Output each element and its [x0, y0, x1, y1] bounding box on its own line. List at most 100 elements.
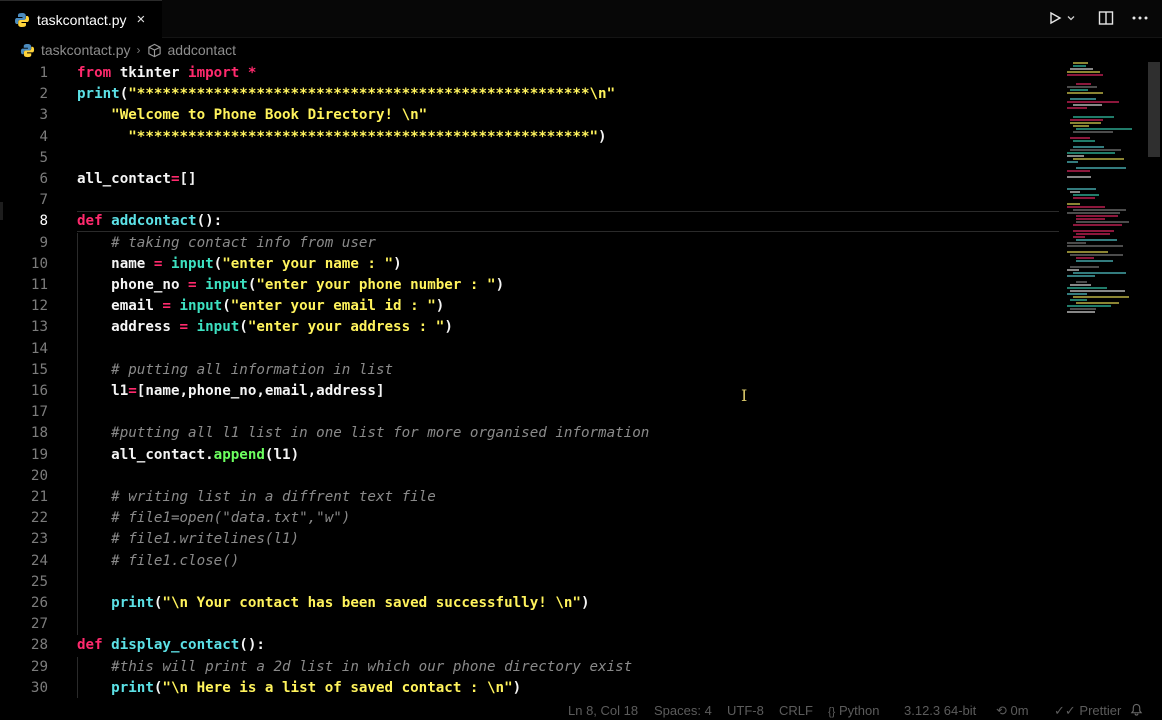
encoding[interactable]: UTF-8	[727, 703, 764, 718]
indent-guide	[77, 232, 78, 636]
code-line[interactable]: 19 all_contact.append(l1)	[0, 445, 1058, 466]
code-line[interactable]: 21 # writing list in a diffrent text fil…	[0, 487, 1058, 508]
code-line[interactable]: 14	[0, 339, 1058, 360]
code-text: print("\n Here is a list of saved contac…	[77, 678, 521, 698]
code-line[interactable]: 11 phone_no = input("enter your phone nu…	[0, 275, 1058, 296]
line-number: 10	[30, 255, 48, 272]
code-text: l1=[name,phone_no,email,address]	[77, 381, 385, 402]
code-text: address = input("enter your address : ")	[77, 317, 453, 338]
code-token: #putting all l1 list in one list for mor…	[77, 425, 650, 442]
code-token: (	[222, 298, 231, 315]
minimap-line	[1073, 62, 1088, 64]
code-line[interactable]: 12 email = input("enter your email id : …	[0, 296, 1058, 317]
breadcrumb: taskcontact.py › addcontact	[20, 40, 236, 60]
prettier-status[interactable]: ✓✓ Prettier	[1054, 703, 1121, 719]
indentation[interactable]: Spaces: 4	[654, 703, 712, 718]
minimap-line	[1067, 107, 1087, 109]
python-interpreter[interactable]: 3.12.3 64-bit	[904, 703, 976, 718]
code-line[interactable]: 1 from tkinter import *	[0, 63, 1058, 84]
code-line[interactable]: 2 print("********************************…	[0, 84, 1058, 105]
code-line[interactable]: 22 # file1=open("data.txt","w")	[0, 508, 1058, 529]
code-line[interactable]: 10 name = input("enter your name : ")	[0, 254, 1058, 275]
end-of-line[interactable]: CRLF	[779, 703, 813, 718]
minimap-line	[1076, 281, 1087, 283]
code-token: name	[77, 255, 154, 272]
code-line[interactable]: 24 # file1.close()	[0, 551, 1058, 572]
minimap-line	[1067, 311, 1095, 313]
code-text: "Welcome to Phone Book Directory! \n"	[77, 105, 427, 126]
code-token: name,phone_no,email,address	[145, 383, 376, 399]
code-token: # putting all information in list	[77, 361, 394, 378]
more-actions-button[interactable]	[1130, 8, 1150, 28]
code-token: =	[128, 383, 137, 399]
cursor-position[interactable]: Ln 8, Col 18	[568, 703, 638, 718]
formatter-label: Prettier	[1079, 703, 1122, 718]
code-line[interactable]: 26 print("\n Your contact has been saved…	[0, 593, 1058, 614]
code-line[interactable]: 7	[0, 190, 1058, 211]
code-token: all_contact	[77, 171, 171, 187]
code-line[interactable]: 13 address = input("enter your address :…	[0, 317, 1058, 338]
code-line[interactable]: 29 #this will print a 2d list in which o…	[0, 657, 1058, 678]
line-number: 22	[30, 510, 48, 527]
code-line[interactable]: 4 "*************************************…	[0, 127, 1058, 148]
ellipsis-icon	[1132, 16, 1148, 20]
minimap-line	[1076, 215, 1118, 217]
vertical-scrollbar[interactable]	[1148, 62, 1160, 157]
language-mode[interactable]: {} Python	[828, 703, 879, 718]
time-tracker[interactable]: ⟲ 0m	[996, 703, 1029, 719]
split-editor-button[interactable]	[1096, 8, 1116, 28]
play-icon	[1050, 11, 1062, 25]
line-number: 16	[30, 383, 48, 399]
breadcrumb-file[interactable]: taskcontact.py	[41, 42, 131, 58]
minimap-line	[1067, 170, 1090, 172]
code-line[interactable]: 17	[0, 402, 1058, 423]
code-line[interactable]: 16 l1=[name,phone_no,email,address]	[0, 381, 1058, 402]
code-line[interactable]: 30 print("\n Here is a list of saved con…	[0, 678, 1058, 698]
minimap-line	[1073, 194, 1099, 196]
breadcrumb-symbol[interactable]: addcontact	[168, 42, 237, 58]
code-token: l1	[273, 446, 291, 463]
code-line[interactable]: 18 #putting all l1 list in one list for …	[0, 423, 1058, 444]
notifications-bell-icon[interactable]	[1130, 703, 1143, 719]
code-line[interactable]: 9 # taking contact info from user	[0, 233, 1058, 254]
line-number: 1	[39, 65, 48, 81]
code-text: print("*********************************…	[77, 84, 615, 105]
minimap-line	[1073, 236, 1085, 238]
code-line[interactable]: 20	[0, 466, 1058, 487]
minimap-line	[1076, 167, 1126, 169]
code-token: "enter your phone number : "	[256, 277, 496, 293]
code-token: )	[290, 446, 300, 463]
minimap-line	[1073, 146, 1104, 148]
editor-tab[interactable]: taskcontact.py ×	[0, 0, 162, 38]
code-token: =	[162, 298, 171, 315]
minimap[interactable]	[1063, 62, 1143, 322]
code-line[interactable]: 28 def display_contact():	[0, 635, 1058, 656]
code-text: phone_no = input("enter your phone numbe…	[77, 275, 504, 296]
minimap-line	[1070, 191, 1080, 193]
code-line[interactable]: 25	[0, 572, 1058, 593]
minimap-line	[1073, 230, 1114, 232]
code-token: input	[170, 298, 223, 315]
code-token: ]	[375, 383, 385, 399]
code-line[interactable]: 5	[0, 148, 1058, 169]
code-editor[interactable]: 1 from tkinter import * 2 print("**********…	[0, 62, 1150, 698]
code-line[interactable]: 6 all_contact=[]	[0, 169, 1058, 190]
code-line[interactable]: 3 "Welcome to Phone Book Directory! \n"	[0, 105, 1058, 126]
timer-label: 0m	[1010, 703, 1029, 718]
code-line[interactable]: 27	[0, 614, 1058, 635]
code-line[interactable]: 23 # file1.writelines(l1)	[0, 529, 1058, 550]
close-tab-icon[interactable]: ×	[137, 11, 146, 28]
tab-bar: taskcontact.py ×	[0, 0, 1162, 38]
chevron-down-icon[interactable]	[1066, 13, 1076, 23]
minimap-line	[1070, 119, 1103, 121]
run-python-file-button[interactable]	[1048, 8, 1082, 28]
minimap-line	[1076, 260, 1113, 262]
code-line[interactable]: 8 def addcontact():	[0, 211, 1058, 232]
code-line[interactable]: 15 # putting all information in list	[0, 360, 1058, 381]
line-number: 14	[30, 340, 48, 357]
line-number: 28	[30, 637, 48, 654]
code-text: name = input("enter your name : ")	[77, 254, 401, 275]
code-token: (	[213, 255, 223, 272]
code-token: print	[77, 595, 154, 611]
code-token: display_contact	[102, 637, 240, 654]
